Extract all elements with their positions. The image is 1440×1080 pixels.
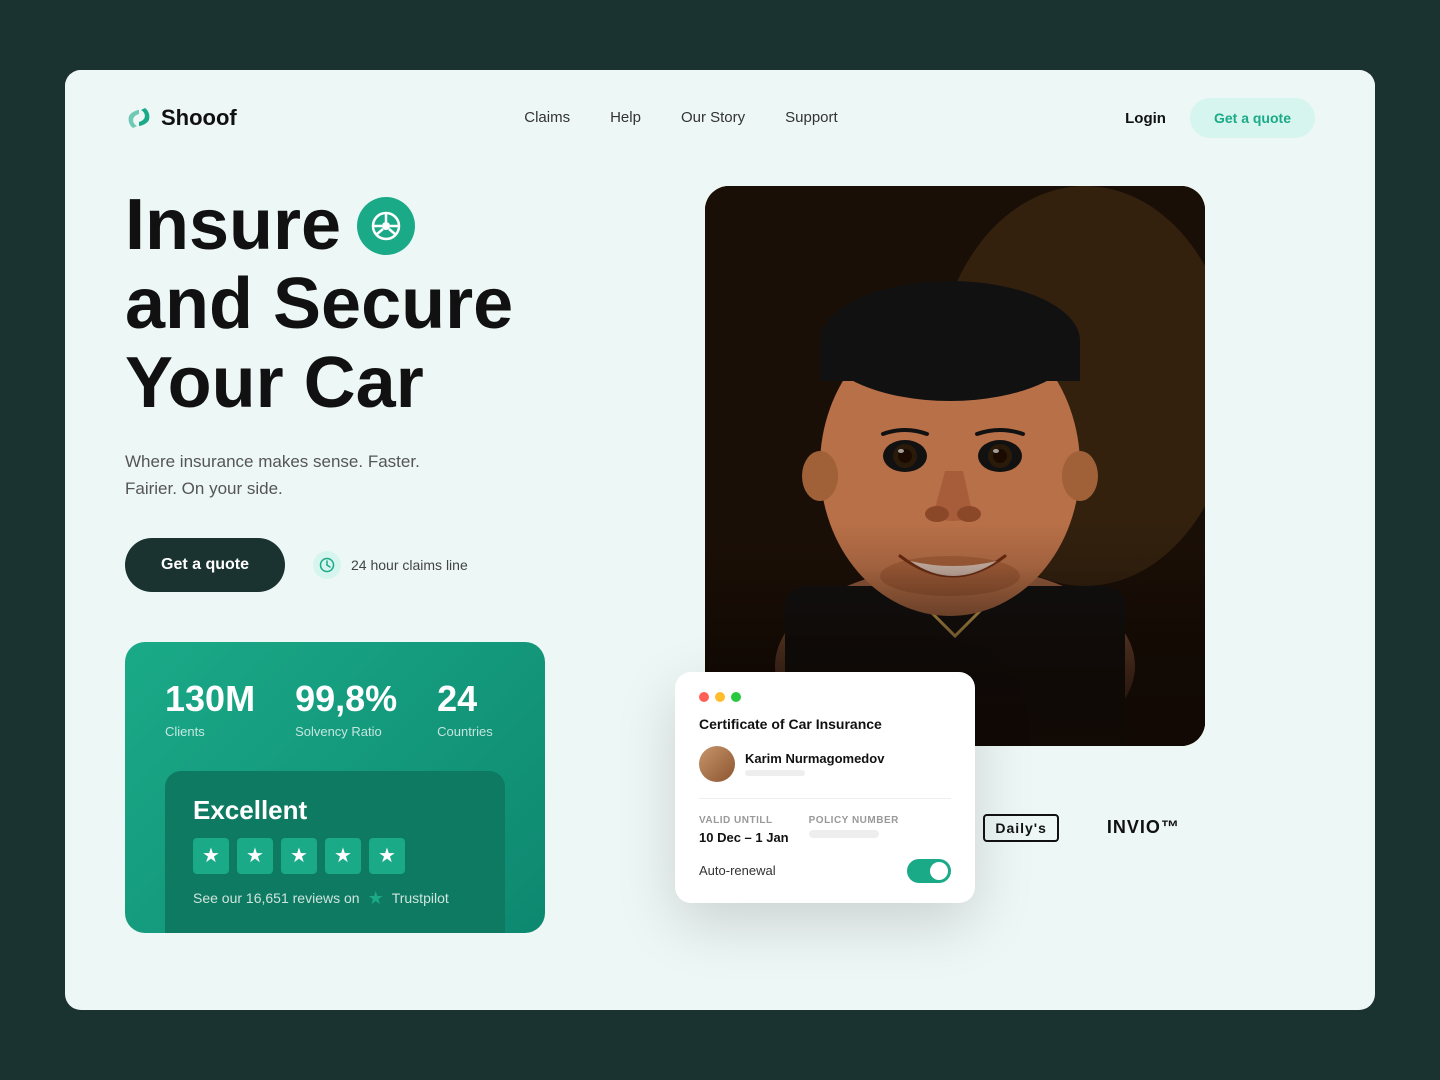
stats-card: 130M Clients 99,8% Solvency Ratio 24 Cou… xyxy=(125,642,545,933)
brand-dailys: Daily's xyxy=(983,814,1059,842)
trustpilot-rating-label: Excellent xyxy=(193,795,477,826)
cert-window-dots xyxy=(699,692,951,702)
cert-auto-renewal-label: Auto-renewal xyxy=(699,863,776,878)
cert-valid-until: VALID UNTILL 10 Dec – 1 Jan xyxy=(699,815,789,845)
stat-countries-value: 24 xyxy=(437,678,493,720)
logo-icon xyxy=(125,104,153,132)
hero-heading-line3: Your Car xyxy=(125,344,645,423)
trustpilot-text: See our 16,651 reviews on ★ Trustpilot xyxy=(193,888,477,909)
claims-line: 24 hour claims line xyxy=(313,551,468,579)
nav-link-our-story[interactable]: Our Story xyxy=(681,109,745,126)
page-wrapper: Shooof Claims Help Our Story Support Log… xyxy=(65,70,1375,1010)
stat-countries-label: Countries xyxy=(437,724,493,739)
cert-name-placeholder xyxy=(745,770,805,776)
cert-avatar xyxy=(699,746,735,782)
nav-item-our-story[interactable]: Our Story xyxy=(681,109,745,127)
cert-policy-number-label: POLICY NUMBER xyxy=(809,815,899,826)
stat-clients: 130M Clients xyxy=(165,678,255,739)
stat-countries: 24 Countries xyxy=(437,678,493,739)
trustpilot-card: Excellent ★ ★ ★ ★ ★ See our 16,651 revie… xyxy=(165,771,505,933)
dot-green xyxy=(731,692,741,702)
stat-clients-value: 130M xyxy=(165,678,255,720)
get-quote-main-button[interactable]: Get a quote xyxy=(125,538,285,592)
star-1: ★ xyxy=(193,838,229,874)
nav-item-claims[interactable]: Claims xyxy=(524,109,570,127)
trustpilot-star-icon: ★ xyxy=(368,888,384,909)
cert-policy-number-placeholder xyxy=(809,830,879,838)
nav-link-claims[interactable]: Claims xyxy=(524,109,570,126)
cert-policy-number: POLICY NUMBER xyxy=(809,815,899,845)
certificate-card: Certificate of Car Insurance Karim Nurma… xyxy=(675,672,975,903)
nav-item-help[interactable]: Help xyxy=(610,109,641,127)
star-3: ★ xyxy=(281,838,317,874)
cert-valid-until-label: VALID UNTILL xyxy=(699,815,789,826)
nav-link-help[interactable]: Help xyxy=(610,109,641,126)
star-5: ★ xyxy=(369,838,405,874)
right-side: Certificate of Car Insurance Karim Nurma… xyxy=(705,186,1205,933)
stats-row: 130M Clients 99,8% Solvency Ratio 24 Cou… xyxy=(165,678,505,739)
claims-line-text: 24 hour claims line xyxy=(351,557,468,573)
dot-red xyxy=(699,692,709,702)
cert-person-name: Karim Nurmagomedov xyxy=(745,751,884,766)
cta-row: Get a quote 24 hour claims line xyxy=(125,538,645,592)
dot-yellow xyxy=(715,692,725,702)
person-photo xyxy=(705,186,1205,746)
stat-clients-label: Clients xyxy=(165,724,255,739)
cert-renewal-row: Auto-renewal xyxy=(699,859,951,883)
star-4: ★ xyxy=(325,838,361,874)
brand-invio: INVIO™ xyxy=(1107,817,1180,838)
star-2: ★ xyxy=(237,838,273,874)
main-content: Insure and Secure Your xyxy=(65,166,1375,973)
steering-wheel-icon xyxy=(357,197,415,255)
nav-right: Login Get a quote xyxy=(1125,98,1315,138)
stat-solvency-value: 99,8% xyxy=(295,678,397,720)
left-side: Insure and Secure Your xyxy=(125,186,645,933)
stat-solvency-label: Solvency Ratio xyxy=(295,724,397,739)
login-button[interactable]: Login xyxy=(1125,110,1166,127)
hero-heading-line1: Insure xyxy=(125,186,645,265)
cert-valid-until-value: 10 Dec – 1 Jan xyxy=(699,830,789,845)
nav-link-support[interactable]: Support xyxy=(785,109,838,126)
cert-name-group: Karim Nurmagomedov xyxy=(745,751,884,776)
hero-heading: Insure and Secure Your xyxy=(125,186,645,424)
cert-details: VALID UNTILL 10 Dec – 1 Jan POLICY NUMBE… xyxy=(699,815,951,845)
nav-item-support[interactable]: Support xyxy=(785,109,838,127)
logo[interactable]: Shooof xyxy=(125,104,237,132)
hero-image xyxy=(705,186,1205,746)
stat-solvency: 99,8% Solvency Ratio xyxy=(295,678,397,739)
clock-icon xyxy=(313,551,341,579)
auto-renewal-toggle[interactable] xyxy=(907,859,951,883)
logo-text: Shooof xyxy=(161,105,237,131)
nav-links: Claims Help Our Story Support xyxy=(524,109,837,127)
hero-subtitle: Where insurance makes sense. Faster. Fai… xyxy=(125,448,645,502)
navbar: Shooof Claims Help Our Story Support Log… xyxy=(65,70,1375,166)
stars-row: ★ ★ ★ ★ ★ xyxy=(193,838,477,874)
hero-heading-line2: and Secure xyxy=(125,265,645,344)
cert-title: Certificate of Car Insurance xyxy=(699,716,951,732)
get-quote-nav-button[interactable]: Get a quote xyxy=(1190,98,1315,138)
cert-person: Karim Nurmagomedov xyxy=(699,746,951,799)
